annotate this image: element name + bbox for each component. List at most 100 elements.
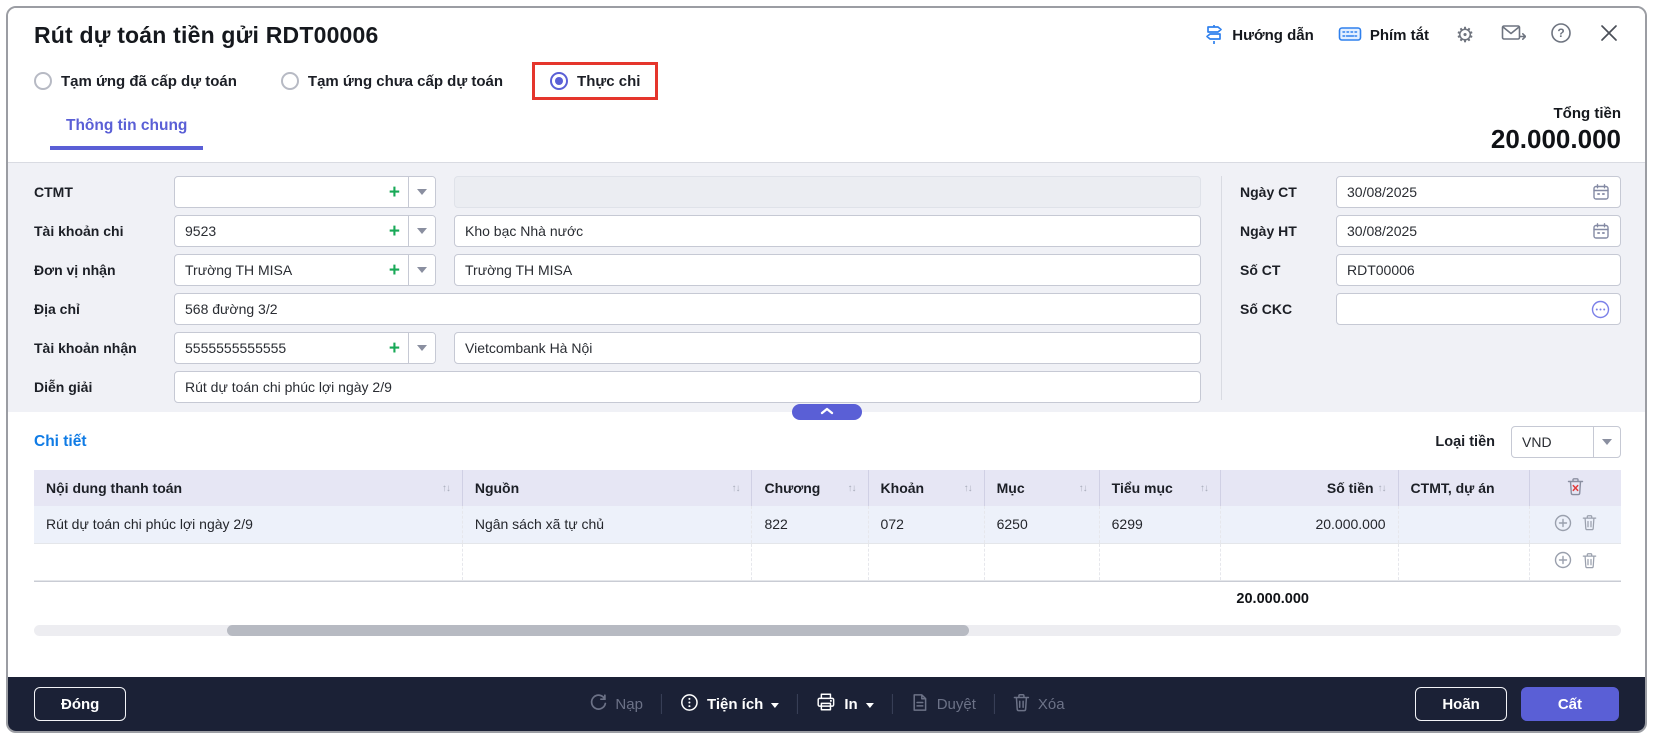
tab-bar: Thông tin chung Tổng tiền 20.000.000 (8, 101, 1645, 163)
dialog-header: Rút dự toán tiền gửi RDT00006 Hướng dẫn … (8, 8, 1645, 101)
doc-no-label: Số CT (1240, 262, 1281, 278)
chevron-down-icon[interactable] (408, 216, 435, 246)
reload-button[interactable]: Nạp (588, 693, 643, 716)
sort-icon[interactable]: ↑↓ (442, 483, 451, 494)
refresh-icon (588, 693, 607, 716)
address-field[interactable]: 568 đường 3/2 (174, 293, 1201, 325)
posted-date-field[interactable]: 30/08/2025 (1336, 215, 1621, 247)
sort-icon[interactable]: ↑↓ (1079, 483, 1088, 494)
ckc-no-label: Số CKC (1240, 301, 1293, 317)
chevron-down-icon (865, 702, 874, 708)
doc-date-field[interactable]: 30/08/2025 (1336, 176, 1621, 208)
save-button[interactable]: Cất (1520, 687, 1619, 721)
currency-select[interactable]: VND (1511, 426, 1621, 458)
highlight-box: Thực chi (532, 62, 659, 100)
doc-no-field[interactable]: RDT00006 (1336, 254, 1621, 286)
ckc-no-field[interactable] (1336, 293, 1621, 325)
total-block: Tổng tiền 20.000.000 (1491, 105, 1621, 155)
sort-icon[interactable]: ↑↓ (848, 483, 857, 494)
close-button[interactable] (1597, 24, 1621, 48)
document-icon (911, 693, 929, 716)
col-header-clause[interactable]: Khoản ↑↓ (868, 470, 985, 506)
radio-tam-ung-da-cap[interactable]: Tạm ứng đã cấp dự toán (34, 72, 237, 90)
help-button[interactable]: ? (1549, 23, 1573, 48)
add-icon[interactable]: + (389, 261, 400, 280)
chevron-down-icon[interactable] (408, 255, 435, 285)
postpone-button[interactable]: Hoãn (1415, 687, 1507, 721)
account-receive-detail-field[interactable]: Vietcombank Hà Nội (454, 332, 1201, 364)
signpost-icon (1204, 24, 1224, 48)
delete-button[interactable]: Xóa (1013, 693, 1065, 716)
divider (891, 694, 893, 714)
description-field[interactable]: Rút dự toán chi phúc lợi ngày 2/9 (174, 371, 1201, 403)
account-receive-label: Tài khoản nhận (34, 340, 137, 356)
feedback-button[interactable] (1501, 23, 1526, 48)
col-header-source[interactable]: Nguồn ↑↓ (462, 470, 753, 506)
radio-thuc-chi[interactable]: Thực chi (550, 72, 640, 90)
account-pay-label: Tài khoản chi (34, 223, 124, 239)
chevron-down-icon[interactable] (408, 333, 435, 363)
chevron-down-icon[interactable] (408, 177, 435, 207)
delete-all-icon[interactable] (1567, 477, 1584, 499)
approve-button[interactable]: Duyệt (911, 693, 976, 716)
col-header-subitem[interactable]: Tiểu mục ↑↓ (1099, 470, 1221, 506)
col-header-chapter[interactable]: Chương ↑↓ (751, 470, 869, 506)
sort-icon[interactable]: ↑↓ (1378, 483, 1387, 494)
calendar-icon[interactable] (1592, 222, 1610, 240)
col-header-content[interactable]: Nội dung thanh toán ↑↓ (34, 470, 463, 506)
delete-row-icon[interactable] (1582, 514, 1597, 534)
close-dialog-button[interactable]: Đóng (34, 687, 127, 721)
print-button[interactable]: In (816, 692, 874, 716)
radio-tam-ung-chua-cap[interactable]: Tạm ứng chưa cấp dự toán (280, 72, 503, 90)
sort-icon[interactable]: ↑↓ (731, 483, 740, 494)
utilities-button[interactable]: Tiện ích (680, 693, 780, 716)
svg-text:?: ? (1557, 26, 1564, 40)
total-value: 20.000.000 (1490, 124, 1621, 154)
add-row-icon[interactable] (1554, 514, 1572, 535)
mail-send-icon (1501, 23, 1526, 48)
detail-table: Nội dung thanh toán ↑↓ Nguồn ↑↓ Chương ↑↓ K… (34, 470, 1621, 581)
add-icon[interactable]: + (389, 183, 400, 202)
guide-button[interactable]: Hướng dẫn (1204, 24, 1314, 48)
radio-icon (280, 72, 299, 90)
total-label: Tổng tiền (1553, 105, 1622, 122)
utilities-icon (680, 693, 699, 716)
table-row-empty[interactable] (34, 543, 1621, 581)
sort-icon[interactable]: ↑↓ (964, 483, 973, 494)
add-row-icon[interactable] (1554, 551, 1572, 572)
account-receive-combo[interactable]: 5555555555555 + (174, 332, 436, 364)
scrollbar-thumb[interactable] (227, 624, 969, 636)
add-icon[interactable]: + (389, 222, 400, 241)
divider (660, 694, 662, 714)
calendar-icon[interactable] (1592, 183, 1610, 201)
ctmt-detail-field (454, 176, 1201, 208)
collapse-panel-button[interactable] (791, 404, 862, 420)
ctmt-combo[interactable]: + (174, 176, 436, 208)
tab-thong-tin-chung[interactable]: Thông tin chung (50, 109, 204, 150)
radio-icon (34, 72, 52, 90)
posted-date-label: Ngày HT (1240, 223, 1297, 239)
add-icon[interactable]: + (389, 339, 400, 358)
trash-icon (1013, 693, 1030, 716)
ctmt-label: CTMT (34, 184, 73, 200)
col-header-ctmt[interactable]: CTMT, dự án (1398, 470, 1531, 506)
general-info-form: CTMT + Tài khoản chi 9523 + Kho bạc Nhà n… (8, 163, 1645, 412)
dialog-window: Rút dự toán tiền gửi RDT00006 Hướng dẫn … (6, 6, 1647, 733)
settings-button[interactable]: ⚙ (1453, 24, 1477, 48)
receiver-combo[interactable]: Trường TH MISA + (174, 254, 436, 286)
description-label: Diễn giải (34, 379, 93, 395)
account-pay-detail-field[interactable]: Kho bạc Nhà nước (454, 215, 1201, 247)
sort-icon[interactable]: ↑↓ (1200, 483, 1209, 494)
receiver-detail-field[interactable]: Trường TH MISA (454, 254, 1201, 286)
col-header-item[interactable]: Mục ↑↓ (984, 470, 1100, 506)
chevron-down-icon (771, 702, 780, 708)
horizontal-scrollbar[interactable] (34, 624, 1621, 636)
shortcuts-button[interactable]: Phím tắt (1338, 24, 1429, 48)
col-header-amount[interactable]: Số tiền ↑↓ (1220, 470, 1399, 506)
table-row[interactable]: Rút dự toán chi phúc lợi ngày 2/9 Ngân s… (34, 506, 1621, 544)
delete-row-icon[interactable] (1582, 552, 1597, 572)
gear-icon: ⚙ (1455, 24, 1475, 47)
page-title: Rút dự toán tiền gửi RDT00006 (34, 22, 379, 48)
ellipsis-circle-icon[interactable] (1591, 300, 1610, 319)
account-pay-combo[interactable]: 9523 + (174, 215, 436, 247)
